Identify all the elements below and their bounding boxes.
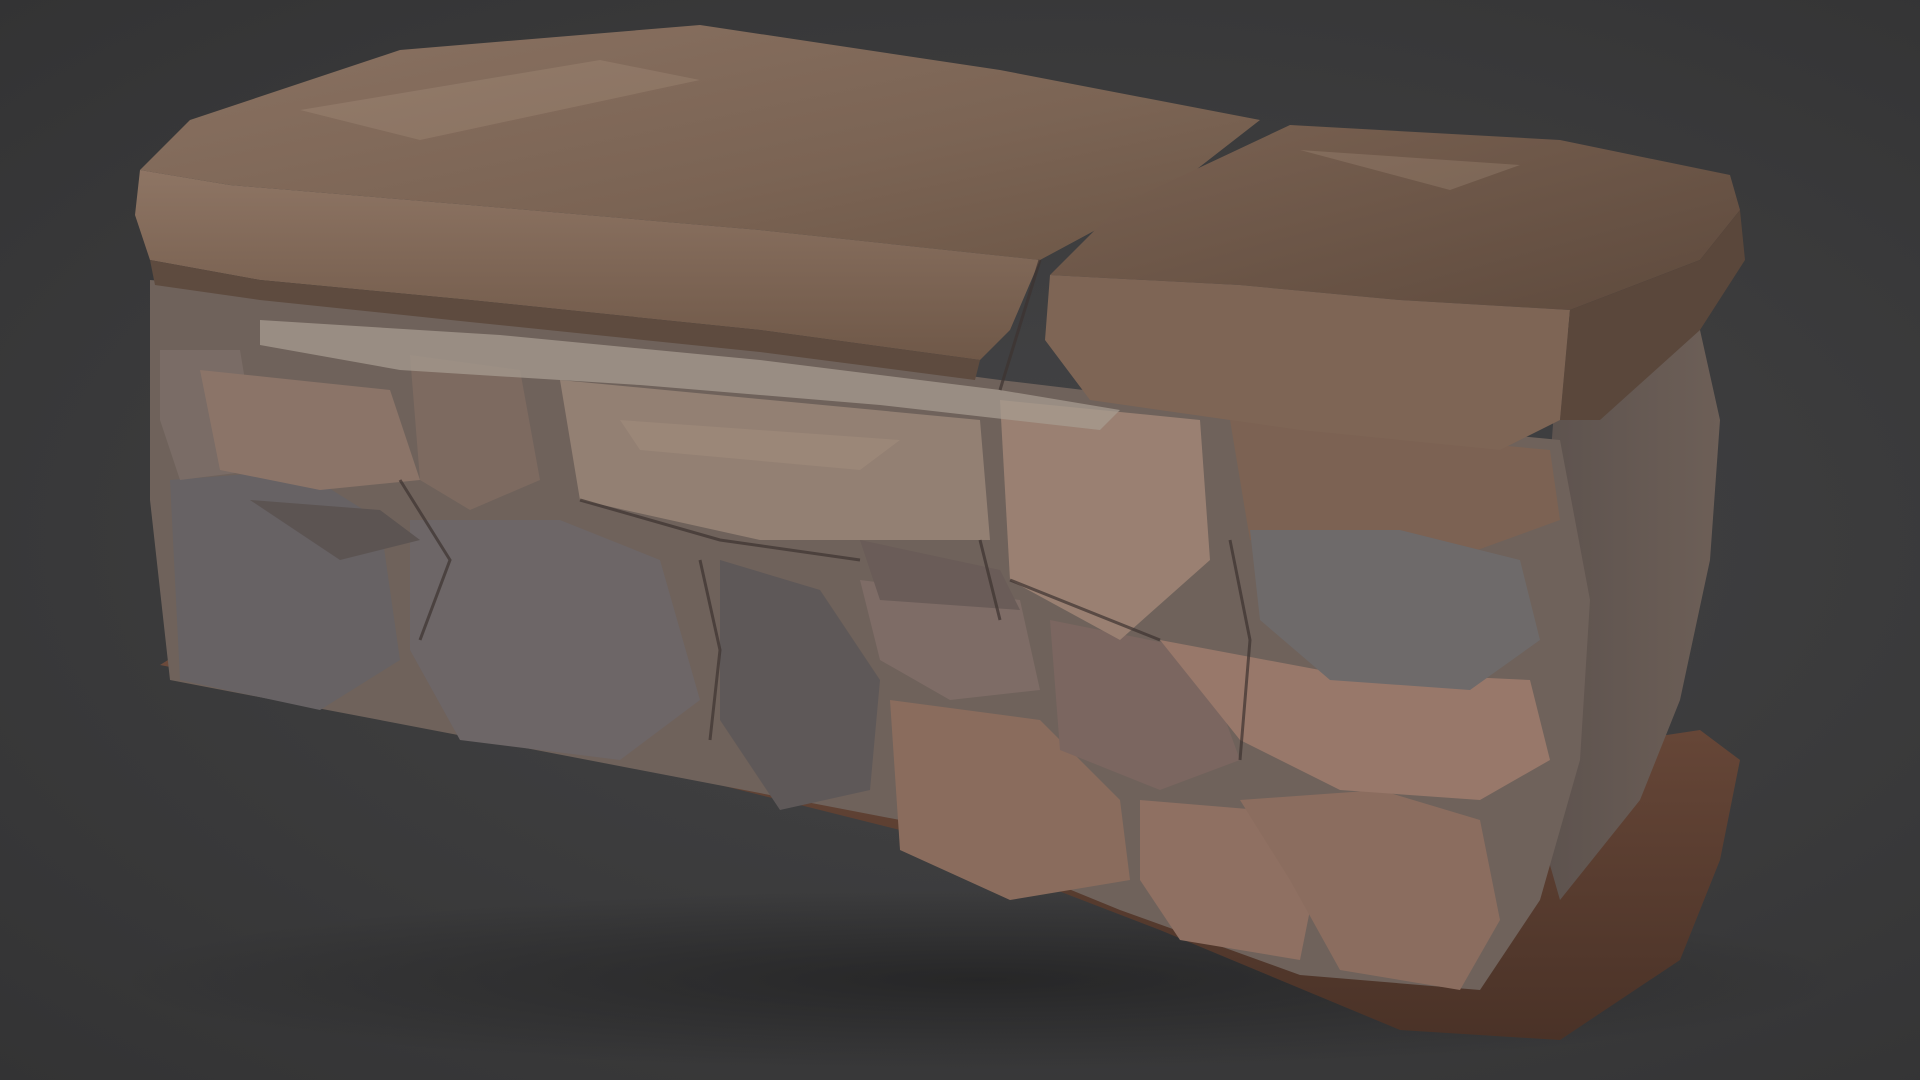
render-viewport [0, 0, 1920, 1080]
stone-bench-render [120, 25, 1840, 1070]
